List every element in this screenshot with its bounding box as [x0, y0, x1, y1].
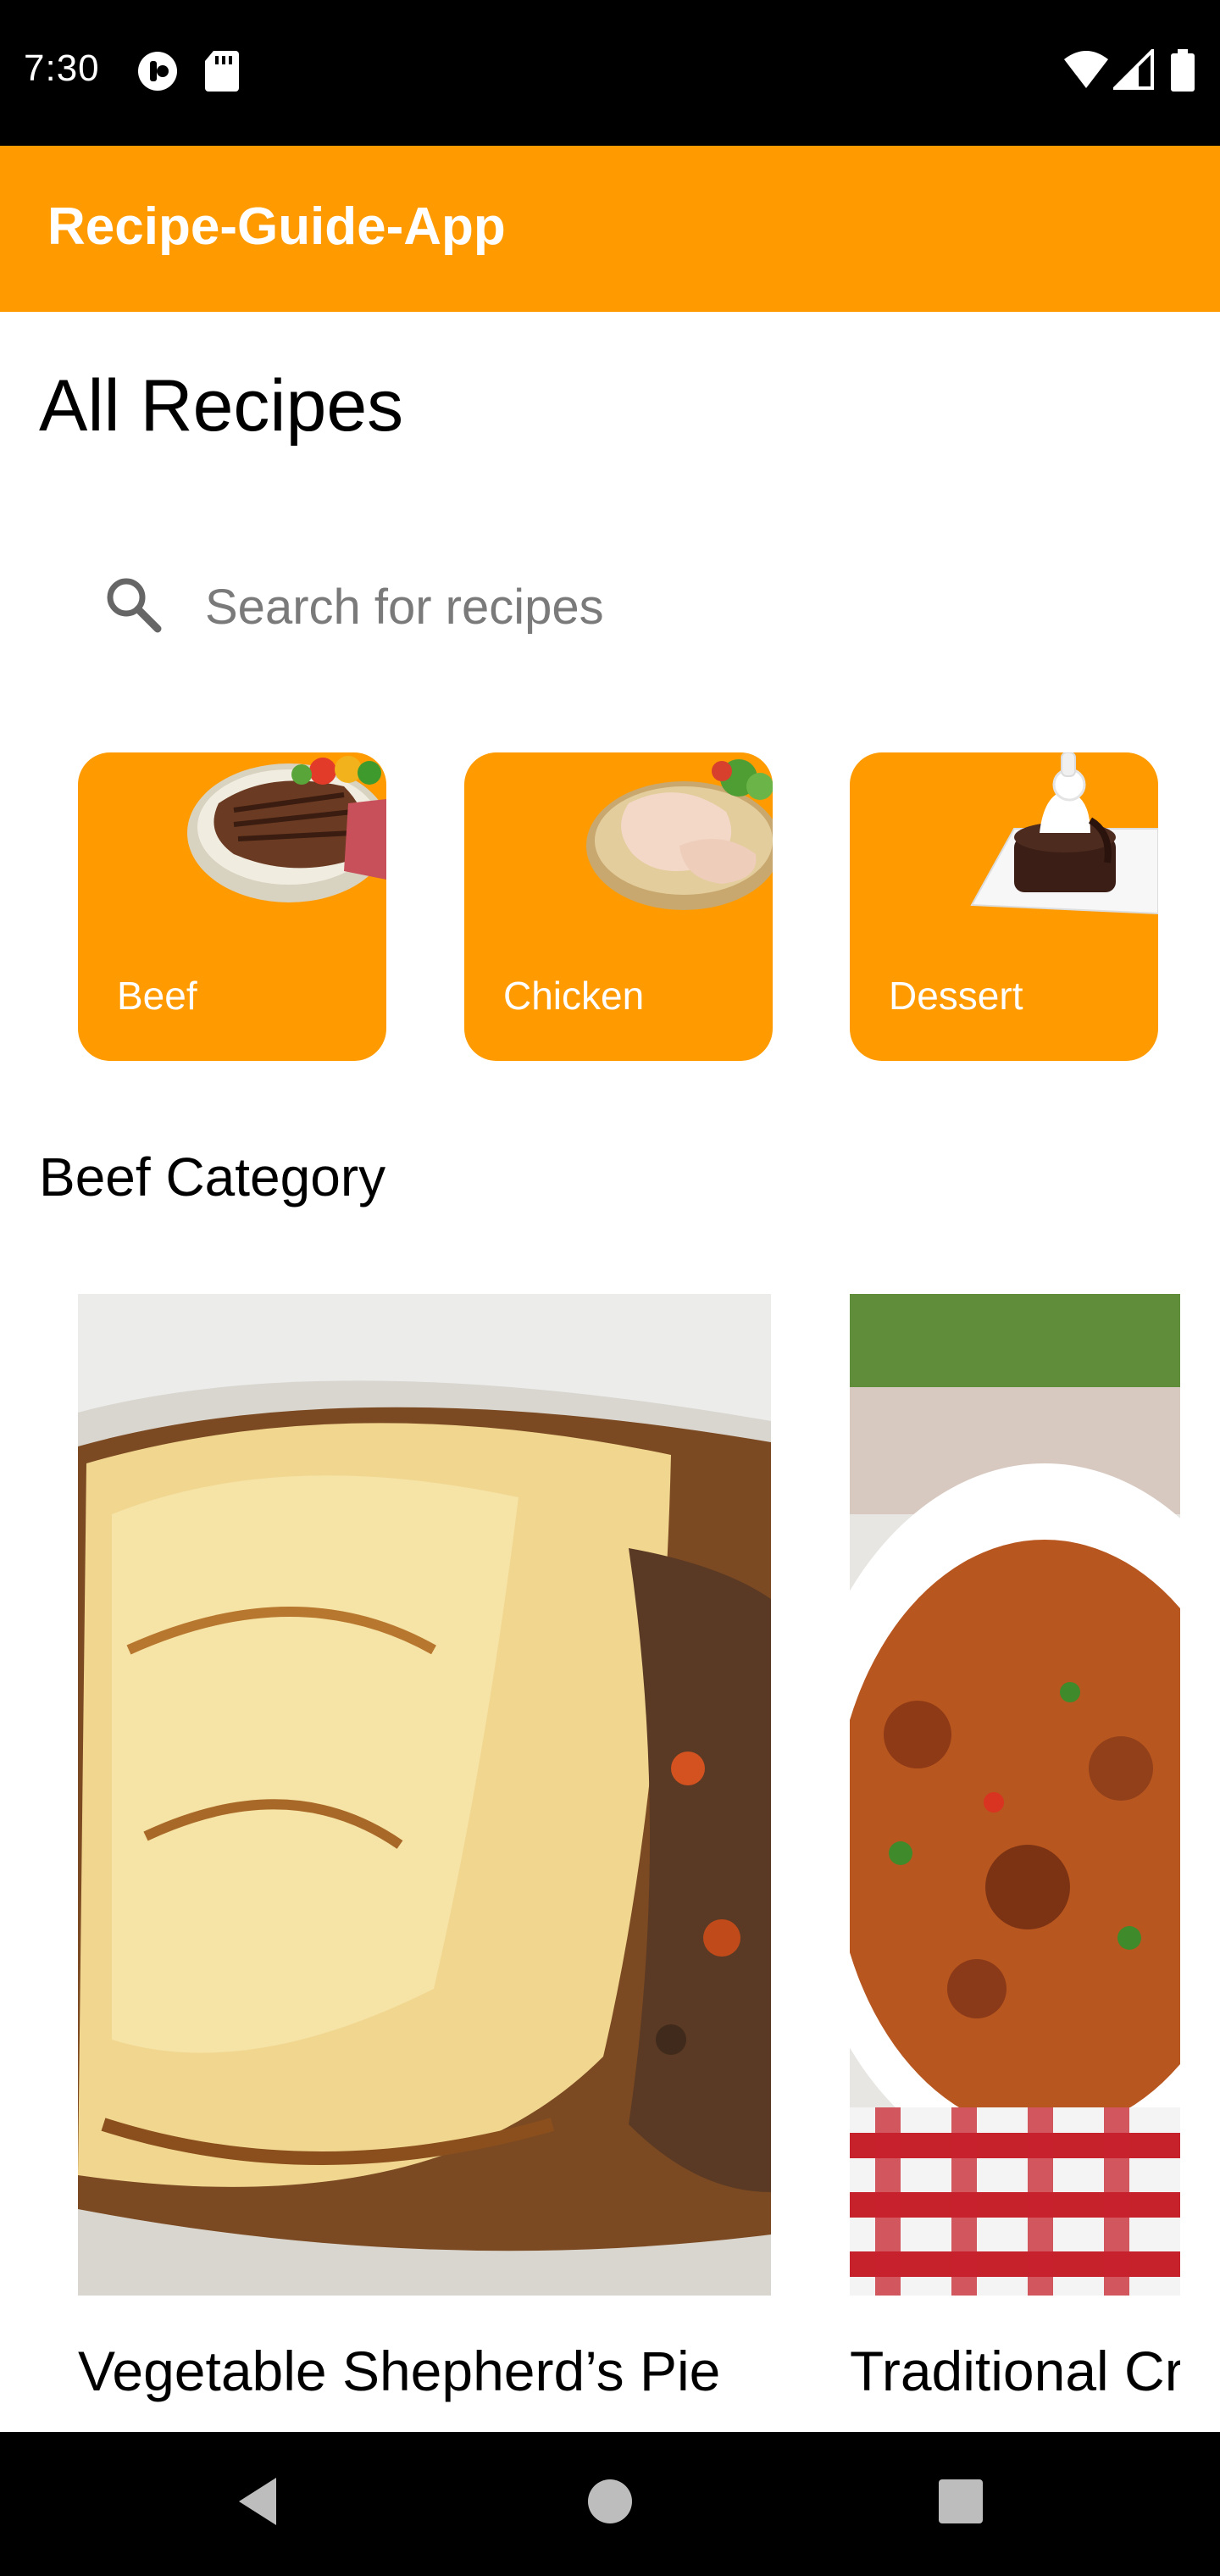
chicken-image — [578, 752, 773, 918]
section-title: Beef Category — [39, 1146, 386, 1208]
status-bar: 7:30 — [0, 0, 1220, 146]
category-card-beef[interactable]: Beef — [78, 752, 386, 1061]
recipe-card-image[interactable] — [78, 1294, 771, 2296]
stew-image — [850, 1294, 1180, 2296]
app-title: Recipe-Guide-App — [47, 197, 506, 256]
category-label: Chicken — [503, 974, 645, 1018]
status-time: 7:30 — [24, 47, 100, 89]
recents-icon[interactable] — [937, 2476, 984, 2531]
data-saver-icon — [136, 49, 180, 97]
category-card-dessert[interactable]: Dessert — [850, 752, 1158, 1061]
recipe-title[interactable]: Vegetable Shepherd’s Pie — [78, 2339, 798, 2403]
page-title: All Recipes — [39, 365, 404, 447]
category-card-chicken[interactable]: Chicken — [464, 752, 773, 1061]
recipe-card-image[interactable] — [850, 1294, 1180, 2296]
sd-card-icon — [203, 49, 241, 97]
app-bar: Recipe-Guide-App — [0, 146, 1220, 312]
category-label: Dessert — [889, 974, 1023, 1018]
search-bar[interactable] — [78, 542, 1137, 669]
search-icon — [103, 575, 163, 638]
shepherds-pie-image — [78, 1294, 771, 2296]
recipe-title[interactable]: Traditional Cr — [850, 2339, 1180, 2403]
beef-image — [175, 752, 386, 918]
battery-icon — [1171, 49, 1195, 96]
wifi-icon — [1062, 49, 1110, 94]
dessert-image — [963, 752, 1158, 926]
navigation-bar — [0, 2432, 1220, 2576]
back-icon[interactable] — [234, 2476, 281, 2531]
category-label: Beef — [117, 974, 197, 1018]
cellular-signal-icon — [1111, 47, 1154, 94]
search-input[interactable] — [203, 576, 1054, 637]
home-icon[interactable] — [586, 2476, 634, 2531]
